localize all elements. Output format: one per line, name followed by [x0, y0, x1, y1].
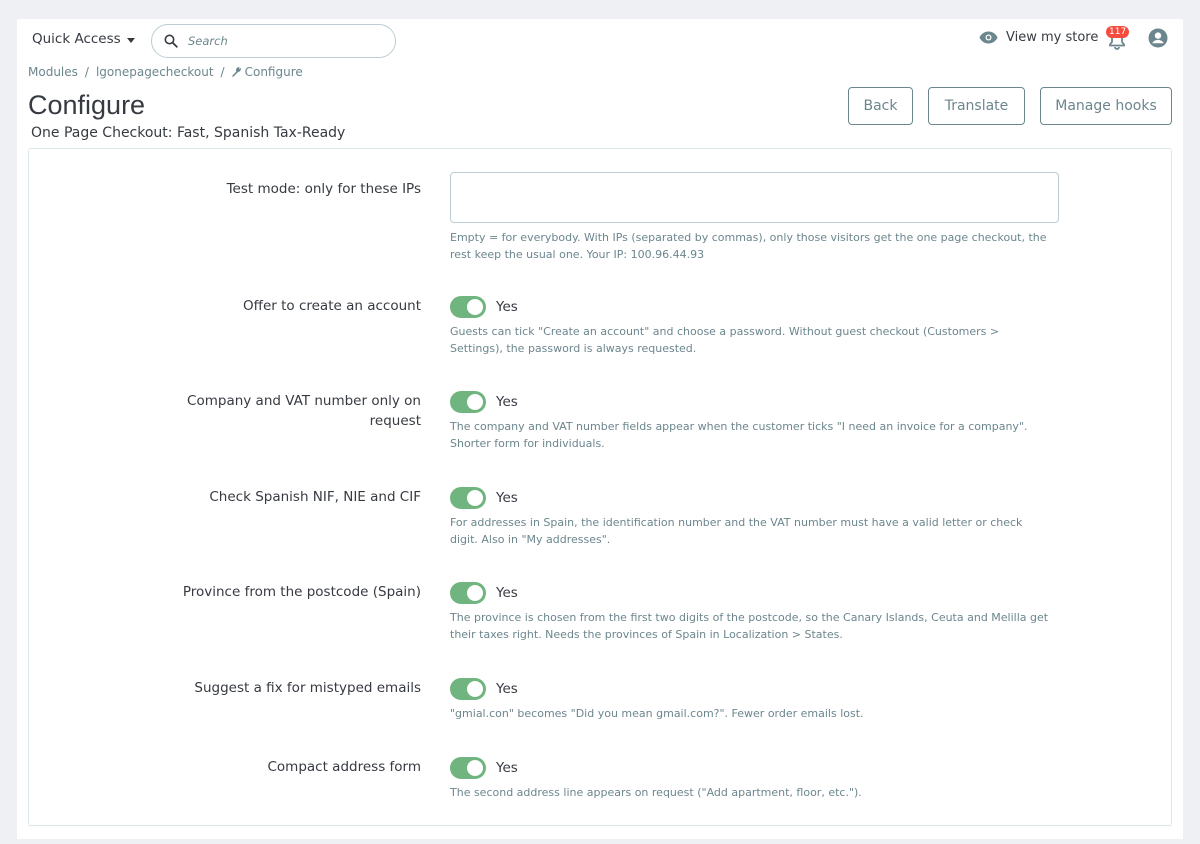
translate-button[interactable]: Translate — [928, 87, 1025, 125]
page-title: Configure — [28, 90, 146, 120]
test-mode-help: Empty = for everybody. With IPs (separat… — [450, 231, 1047, 261]
option-help: The company and VAT number fields appear… — [450, 420, 1028, 450]
quick-access-dropdown[interactable]: Quick Access — [32, 31, 135, 47]
option-help: The province is chosen from the first tw… — [450, 611, 1049, 641]
breadcrumb-item-modules[interactable]: Modules — [28, 65, 78, 79]
breadcrumb: Modules / lgonepagecheckout / Configure — [28, 65, 303, 79]
breadcrumb-item-current: Configure — [231, 65, 303, 79]
option-label: Province from the postcode (Spain) — [182, 584, 421, 600]
breadcrumb-item-module[interactable]: lgonepagecheckout — [96, 65, 214, 79]
eye-icon — [979, 31, 998, 44]
toggle-state: Yes — [496, 681, 518, 697]
province-postcode-toggle[interactable]: Yes — [450, 582, 518, 604]
option-label: Offer to create an account — [243, 298, 421, 314]
view-store-label: View my store — [1006, 30, 1099, 45]
search-icon — [164, 34, 178, 48]
toggle-switch[interactable] — [450, 678, 486, 700]
search-input[interactable] — [188, 34, 368, 48]
notification-badge: 117 — [1106, 26, 1130, 38]
back-button[interactable]: Back — [848, 87, 913, 125]
toggle-state: Yes — [496, 760, 518, 776]
option-help: Guests can tick "Create an account" and … — [450, 325, 1000, 355]
option-label: Check Spanish NIF, NIE and CIF — [209, 489, 421, 505]
toggle-state: Yes — [496, 394, 518, 410]
toggle-state: Yes — [496, 299, 518, 315]
config-form-panel: Test mode: only for these IPs Empty = fo… — [28, 148, 1172, 826]
breadcrumb-current-label: Configure — [244, 65, 303, 79]
wrench-icon — [231, 67, 241, 77]
user-avatar-icon[interactable] — [1148, 28, 1168, 48]
toggle-switch[interactable] — [450, 296, 486, 318]
option-help: The second address line appears on reque… — [450, 786, 862, 799]
toggle-switch[interactable] — [450, 487, 486, 509]
test-mode-label: Test mode: only for these IPs — [226, 181, 421, 197]
test-mode-ips-input[interactable] — [450, 172, 1059, 223]
compact-address-toggle[interactable]: Yes — [450, 757, 518, 779]
breadcrumb-separator: / — [84, 65, 89, 79]
option-help: "gmial.con" becomes "Did you mean gmail.… — [450, 707, 864, 720]
option-label: Company and VAT number only on request — [187, 393, 421, 429]
app-window: Quick Access View my store 117 Modules /… — [17, 19, 1183, 839]
toggle-switch[interactable] — [450, 582, 486, 604]
caret-down-icon — [126, 37, 135, 43]
quick-access-label: Quick Access — [32, 31, 121, 47]
search-box[interactable] — [151, 24, 396, 58]
option-help: For addresses in Spain, the identificati… — [450, 516, 1023, 546]
toggle-switch[interactable] — [450, 757, 486, 779]
option-label: Compact address form — [267, 759, 422, 775]
email-fix-toggle[interactable]: Yes — [450, 678, 518, 700]
option-label: Suggest a fix for mistyped emails — [194, 680, 421, 696]
toggle-switch[interactable] — [450, 391, 486, 413]
toggle-state: Yes — [496, 490, 518, 506]
create-account-toggle[interactable]: Yes — [450, 296, 518, 318]
toggle-state: Yes — [496, 585, 518, 601]
manage-hooks-button[interactable]: Manage hooks — [1040, 87, 1172, 125]
check-nif-toggle[interactable]: Yes — [450, 487, 518, 509]
company-vat-toggle[interactable]: Yes — [450, 391, 518, 413]
page-subtitle: One Page Checkout: Fast, Spanish Tax-Rea… — [31, 125, 346, 141]
breadcrumb-separator: / — [220, 65, 225, 79]
view-store-link[interactable]: View my store — [979, 30, 1098, 45]
